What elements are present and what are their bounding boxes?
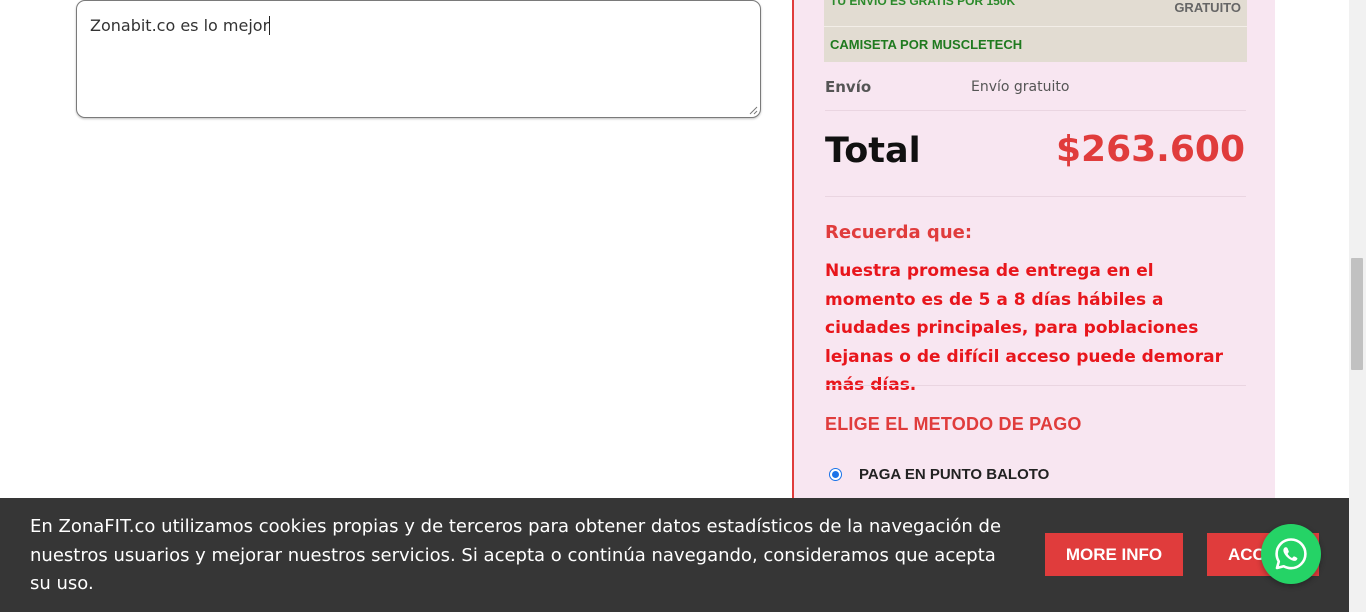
text-caret — [269, 16, 271, 35]
order-notes-textarea[interactable]: Zonabit.co es lo mejor — [76, 0, 761, 118]
divider — [825, 110, 1246, 111]
cookie-consent-bar: En ZonaFIT.co utilizamos cookies propias… — [0, 498, 1349, 612]
more-info-button[interactable]: MORE INFO — [1045, 533, 1183, 576]
radio-dot — [832, 470, 839, 478]
promo-status: GRATUITO — [1174, 0, 1241, 15]
reminder-text: Nuestra promesa de entrega en el momento… — [825, 261, 1223, 395]
scrollbar-thumb[interactable] — [1351, 258, 1363, 370]
total-value: $263.600 — [1055, 129, 1245, 170]
shipping-label: Envío — [825, 78, 872, 96]
shipping-value: Envío gratuito — [971, 79, 1070, 95]
payment-method-title: ELIGE EL METODO DE PAGO — [825, 414, 1082, 434]
order-notes-text: Zonabit.co es lo mejor — [90, 16, 271, 35]
promo-product: CAMISETA POR MUSCLETECH — [830, 37, 1023, 52]
payment-option-label: PAGA EN PUNTO BALOTO — [859, 465, 1050, 483]
reminder-title: Recuerda que: — [825, 222, 973, 243]
resize-grip-icon[interactable] — [749, 106, 758, 115]
page-scrollbar[interactable] — [1349, 0, 1366, 612]
checkout-page: Zonabit.co es lo mejor TU ENVÍO ES GRATI… — [0, 0, 1366, 612]
cookie-consent-text: En ZonaFIT.co utilizamos cookies propias… — [30, 516, 1002, 594]
whatsapp-icon — [1275, 538, 1307, 570]
whatsapp-chat-button[interactable] — [1261, 524, 1321, 584]
divider — [825, 385, 1246, 386]
total-label: Total — [825, 131, 921, 171]
radio-selected-icon[interactable] — [829, 467, 842, 481]
payment-option-baloto[interactable]: PAGA EN PUNTO BALOTO — [829, 464, 1049, 484]
promo-block: TU ENVÍO ES GRATIS POR 150K GRATUITO CAM… — [824, 0, 1247, 62]
divider — [825, 196, 1246, 197]
promo-divider — [824, 26, 1247, 27]
promo-line: TU ENVÍO ES GRATIS POR 150K — [830, 0, 1016, 8]
